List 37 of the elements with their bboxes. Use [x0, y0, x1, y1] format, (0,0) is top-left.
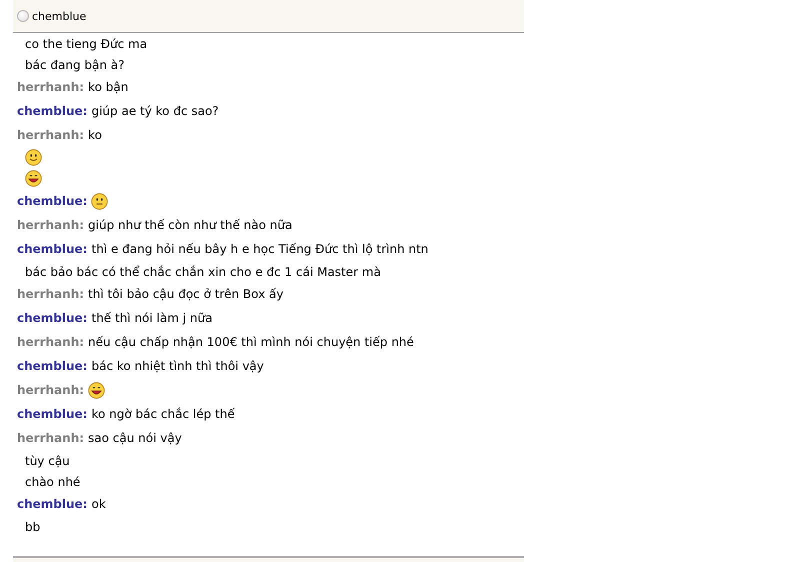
message-text: tùy cậu — [25, 454, 70, 468]
message-text: co the tieng Đức ma — [25, 36, 148, 50]
sender-name: chemblue: — [17, 359, 88, 373]
message-text: sao cậu nói vậy — [88, 431, 182, 445]
smiley-icon — [25, 149, 42, 166]
laughing-face-icon — [88, 382, 106, 398]
sender-name: chemblue: — [17, 242, 88, 256]
sender-name: herrhanh: — [17, 287, 84, 301]
sender-name: chemblue: — [17, 194, 88, 208]
sender-name: chemblue: — [17, 497, 88, 511]
sender-name: herrhanh: — [17, 335, 84, 349]
message-text: ok — [91, 497, 106, 511]
message-text: giúp ae tý ko đc sao? — [91, 104, 219, 118]
message-text: ko bận — [88, 80, 128, 94]
contact-name: chemblue — [32, 10, 86, 22]
message-text: bb — [25, 520, 40, 534]
message-text: giúp như thế còn như thế nào nữa — [88, 218, 292, 232]
neutral-face-icon — [91, 192, 108, 210]
message-text: thì e đang hỏi nếu bây h e học Tiếng Đức thì lộ trình ntn — [91, 242, 428, 256]
sender-name: herrhanh: — [17, 80, 84, 94]
sender-name: chemblue: — [17, 104, 88, 118]
sender-name: chemblue: — [17, 311, 88, 325]
message-text: chào nhé — [25, 474, 80, 488]
message-text: ko — [88, 128, 102, 142]
sender-name: herrhanh: — [17, 431, 84, 445]
sender-name: herrhanh: — [17, 218, 84, 232]
sender-name: chemblue: — [17, 407, 88, 421]
message-text: thì tôi bảo cậu đọc ở trên Box ấy — [88, 287, 284, 301]
message-text: bác đang bận à? — [25, 58, 125, 72]
message-text: bác ko nhiệt tình thì thôi vậy — [91, 359, 264, 373]
message-text: bác bảo bác có thể chắc chắn xin cho e đc 1 cái Master mà — [25, 264, 381, 278]
sender-name: herrhanh: — [17, 383, 84, 397]
message-text: ko ngờ bác chắc lép thế — [91, 407, 235, 421]
laughing-face-icon — [25, 170, 42, 187]
message-text: thế thì nói làm j nữa — [91, 311, 212, 325]
sender-name: herrhanh: — [17, 128, 84, 142]
message-text: nếu cậu chấp nhận 100€ thì mình nói chuyện tiếp nhé — [88, 335, 414, 349]
